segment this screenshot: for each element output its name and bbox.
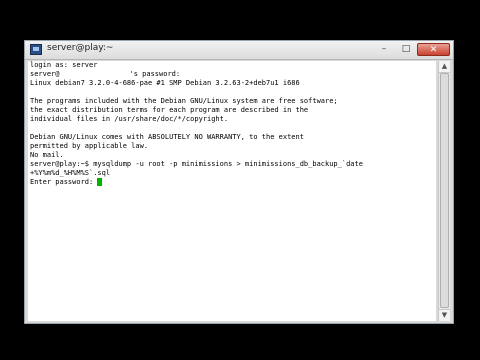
- password-suffix: 's password:: [129, 70, 181, 78]
- terminal-line-command-1: server@play:~$ mysqldump -u root -p mini…: [30, 160, 363, 168]
- terminal-line-login: login as: server: [30, 61, 98, 69]
- maximize-button[interactable]: □: [395, 43, 417, 56]
- title-bar[interactable]: server@play:~ – □ ✕: [25, 41, 453, 60]
- terminal-line-warranty-2: permitted by applicable law.: [30, 142, 149, 150]
- close-button[interactable]: ✕: [417, 43, 450, 56]
- minimize-button[interactable]: –: [373, 43, 395, 56]
- terminal-line-command-2: +%Y%m%d_%H%M%S`.sql: [30, 169, 111, 177]
- window-title: server@play:~: [47, 43, 114, 53]
- terminal-line-mail: No mail.: [30, 151, 64, 159]
- scroll-up-arrow-icon[interactable]: ▲: [439, 61, 450, 73]
- password-prefix: server@: [30, 70, 60, 78]
- terminal-line-license-1: The programs included with the Debian GN…: [30, 97, 338, 105]
- terminal-line-kernel: Linux debian7 3.2.0-4-686-pae #1 SMP Deb…: [30, 79, 300, 87]
- terminal-line-password: server@ 's password:: [28, 70, 436, 80]
- terminal-line-license-2: the exact distribution terms for each pr…: [30, 106, 309, 114]
- terminal-area[interactable]: login as: server server@ 's password: Lin…: [28, 61, 436, 321]
- scrollbar-thumb[interactable]: [440, 73, 449, 308]
- password-prompt: Enter password:: [30, 178, 98, 186]
- scroll-down-arrow-icon[interactable]: ▼: [439, 309, 450, 321]
- putty-window: server@play:~ – □ ✕ login as: server ser…: [24, 40, 454, 324]
- terminal-line-license-3: individual files in /usr/share/doc/*/cop…: [30, 115, 229, 123]
- terminal-line-warranty-1: Debian GNU/Linux comes with ABSOLUTELY N…: [30, 133, 304, 141]
- vertical-scrollbar[interactable]: ▲ ▼: [438, 61, 450, 321]
- putty-app-icon[interactable]: [30, 44, 42, 55]
- terminal-line-prompt: Enter password:: [28, 178, 436, 187]
- text-cursor: [97, 178, 103, 186]
